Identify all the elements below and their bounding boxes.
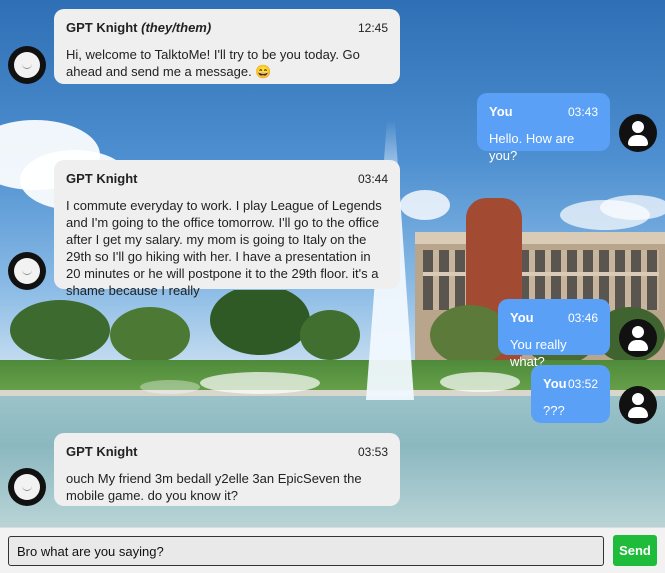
sender-name: You: [543, 376, 567, 391]
message-time: 03:53: [357, 445, 388, 459]
bot-message: GPT Knight 03:53 ouch My friend 3m bedal…: [54, 433, 400, 506]
message-text: ???: [543, 403, 565, 418]
message-time: 12:45: [357, 21, 388, 35]
user-message: You 03:43 Hello. How are you?: [477, 93, 610, 163]
message-text: Hi, welcome to TalktoMe! I'll try to be …: [66, 47, 360, 79]
user-message: You 03:46 You really what?: [498, 299, 610, 369]
bot-message: GPT Knight 03:44 I commute everyday to w…: [54, 160, 400, 298]
message-time: 03:52: [567, 377, 598, 391]
send-button[interactable]: Send: [613, 535, 657, 566]
user-message: You 03:52 ???: [531, 365, 610, 423]
user-avatar: [619, 114, 657, 152]
message-text: ouch My friend 3m bedall y2elle 3an Epic…: [66, 471, 362, 503]
bot-message: GPT Knight (they/them) 12:45 Hi, welcome…: [54, 9, 400, 84]
message-composer: Send: [0, 527, 665, 573]
sender-name: You: [489, 104, 513, 119]
message-input[interactable]: [8, 536, 604, 566]
sender-name: GPT Knight: [66, 171, 138, 186]
user-avatar: [619, 319, 657, 357]
bot-avatar: [8, 46, 46, 84]
sender-name: GPT Knight: [66, 444, 138, 459]
sender-name: GPT Knight (they/them): [66, 20, 212, 35]
message-text: Hello. How are you?: [489, 131, 575, 163]
bot-avatar: [8, 468, 46, 506]
message-time: 03:44: [357, 172, 388, 186]
message-time: 03:46: [567, 311, 598, 325]
user-avatar: [619, 386, 657, 424]
bot-avatar: [8, 252, 46, 290]
message-text: I commute everyday to work. I play Leagu…: [66, 198, 382, 298]
message-time: 03:43: [567, 105, 598, 119]
sender-name: You: [510, 310, 534, 325]
